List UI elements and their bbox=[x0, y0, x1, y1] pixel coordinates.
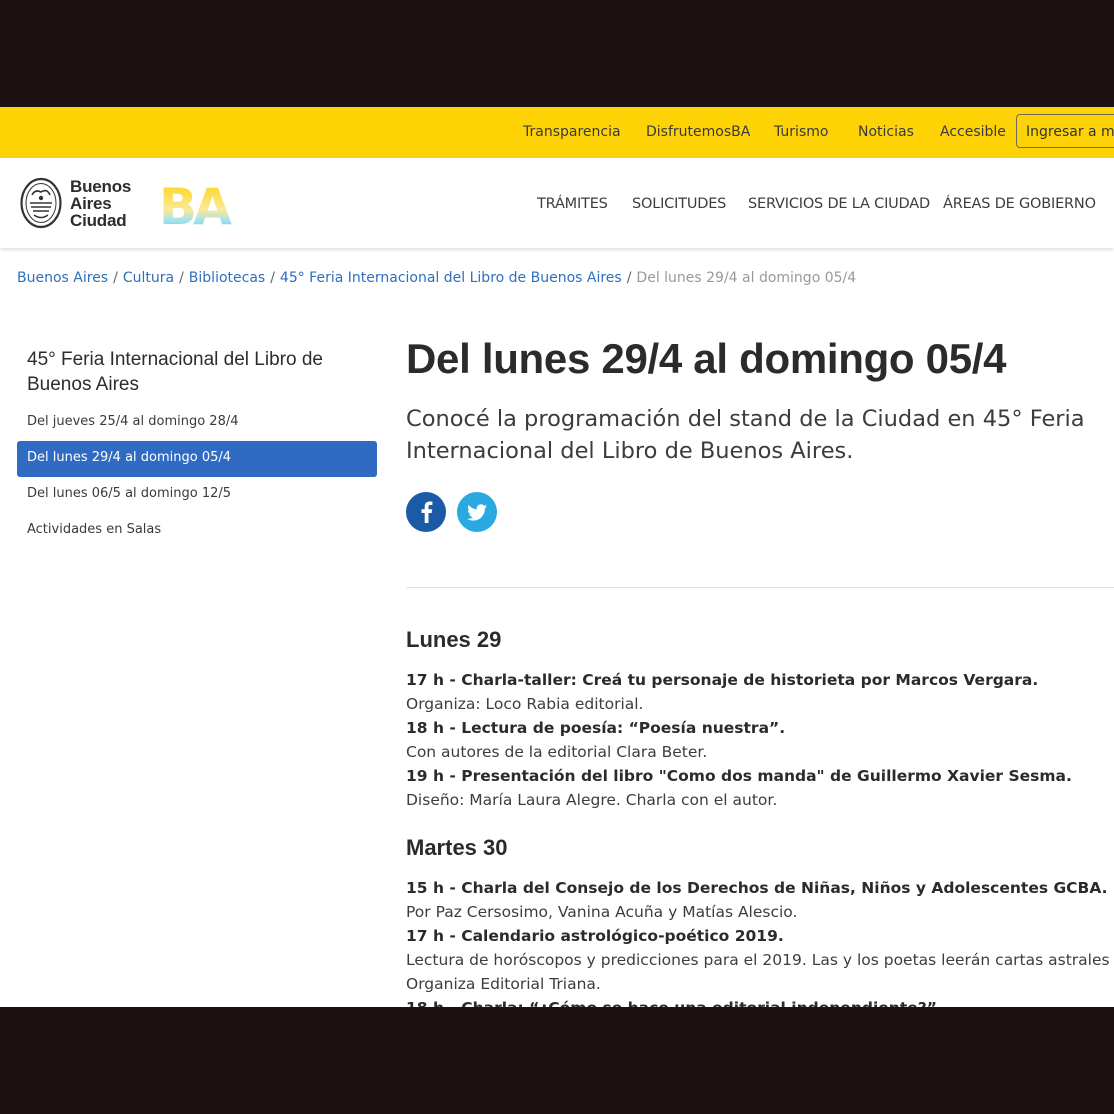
topbar-link-transparencia[interactable]: Transparencia bbox=[523, 124, 621, 140]
lead-paragraph: Conocé la programación del stand de la C… bbox=[406, 406, 1085, 464]
logo-text-line: Aires bbox=[70, 194, 112, 213]
breadcrumb-separator: / bbox=[113, 270, 118, 286]
breadcrumb: Buenos Aires / Cultura / Bibliotecas/45° Fer… bbox=[17, 270, 856, 286]
top-utility-bar: Transparencia DisfrutemosBA Turismo Noti… bbox=[0, 107, 1114, 158]
nav-areas-gobierno[interactable]: ÁREAS DE GOBIERNO bbox=[943, 196, 1096, 212]
page-title: Del lunes 29/4 al domingo 05/4 bbox=[406, 335, 1007, 382]
twitter-icon bbox=[466, 504, 487, 521]
breadcrumb-current: Del lunes 29/4 al domingo 05/4 bbox=[636, 270, 857, 286]
event-line: 17 h - Charla-taller: Creá tu personaje … bbox=[406, 671, 1039, 689]
event-detail: Con autores de la editorial Clara Beter. bbox=[406, 743, 708, 761]
login-button[interactable]: Ingresar a mi BA bbox=[1016, 114, 1114, 148]
event-detail: Diseño: María Laura Alegre. Charla con e… bbox=[406, 791, 778, 809]
breadcrumb-separator: / bbox=[626, 270, 632, 286]
content-divider bbox=[406, 587, 1114, 588]
breadcrumb-link[interactable]: 45° Feria Internacional del Libro de Bue… bbox=[280, 270, 622, 286]
event-line: 15 h - Charla del Consejo de los Derecho… bbox=[406, 879, 1108, 897]
svg-text:BA: BA bbox=[159, 178, 232, 229]
breadcrumb-link[interactable]: Cultura bbox=[123, 270, 174, 286]
nav-tramites[interactable]: TRÁMITES bbox=[537, 196, 608, 212]
event-detail: Organiza: Loco Rabia editorial. bbox=[406, 695, 644, 713]
event-detail: Por Paz Cersosimo, Vanina Acuña y Matías… bbox=[406, 903, 798, 921]
breadcrumb-separator: / bbox=[270, 270, 275, 286]
breadcrumb-link[interactable]: Buenos Aires bbox=[17, 270, 108, 286]
main-header: Buenos Aires Ciudad BA TRÁMITES SOLICITU… bbox=[0, 158, 1114, 248]
breadcrumb-separator: / bbox=[179, 270, 184, 286]
event-line: 18 h - Charla: “¿Cómo se hace una editor… bbox=[406, 996, 937, 1007]
event-detail: Organiza Editorial Triana. bbox=[406, 975, 601, 993]
sidebar-title: 45° Feria Internacional del Libro de Bue… bbox=[27, 349, 323, 395]
nav-solicitudes[interactable]: SOLICITUDES bbox=[632, 196, 726, 212]
breadcrumb-link[interactable]: Bibliotecas bbox=[189, 270, 265, 286]
city-seal-icon[interactable] bbox=[20, 177, 62, 229]
day-heading: Lunes 29 bbox=[406, 627, 502, 652]
facebook-icon bbox=[421, 501, 433, 523]
sidebar-item-lunes-06[interactable]: Del lunes 06/5 al domingo 12/5 bbox=[17, 477, 377, 513]
share-twitter-button[interactable] bbox=[457, 492, 497, 532]
event-detail: Lectura de horóscopos y predicciones par… bbox=[406, 951, 1114, 969]
ba-logo-icon[interactable]: BA bbox=[159, 177, 251, 229]
sidebar-item-jueves-25[interactable]: Del jueves 25/4 al domingo 28/4 bbox=[17, 405, 377, 441]
nav-servicios[interactable]: SERVICIOS DE LA CIUDAD bbox=[748, 196, 930, 212]
sidebar-item-actividades-salas[interactable]: Actividades en Salas bbox=[17, 513, 377, 549]
topbar-link-turismo[interactable]: Turismo bbox=[774, 124, 828, 140]
topbar-link-accesible[interactable]: Accesible bbox=[940, 124, 1006, 140]
event-line: 19 h - Presentación del libro "Como dos … bbox=[406, 767, 1072, 785]
logo-text-line: Buenos bbox=[70, 177, 132, 196]
sidebar-item-lunes-29-active[interactable]: Del lunes 29/4 al domingo 05/4 bbox=[17, 441, 377, 477]
event-line: 17 h - Calendario astrológico-poético 20… bbox=[406, 927, 784, 945]
browser-page: Transparencia DisfrutemosBA Turismo Noti… bbox=[0, 107, 1114, 1007]
share-facebook-button[interactable] bbox=[406, 492, 446, 532]
day-heading: Martes 30 bbox=[406, 835, 508, 860]
logo-wordmark[interactable]: Buenos Aires Ciudad bbox=[70, 178, 131, 229]
topbar-link-disfrutemosba[interactable]: DisfrutemosBA bbox=[646, 124, 750, 140]
event-line: 18 h - Lectura de poesía: “Poesía nuestr… bbox=[406, 719, 786, 737]
logo-text-line: Ciudad bbox=[70, 211, 127, 230]
topbar-link-noticias[interactable]: Noticias bbox=[858, 124, 914, 140]
